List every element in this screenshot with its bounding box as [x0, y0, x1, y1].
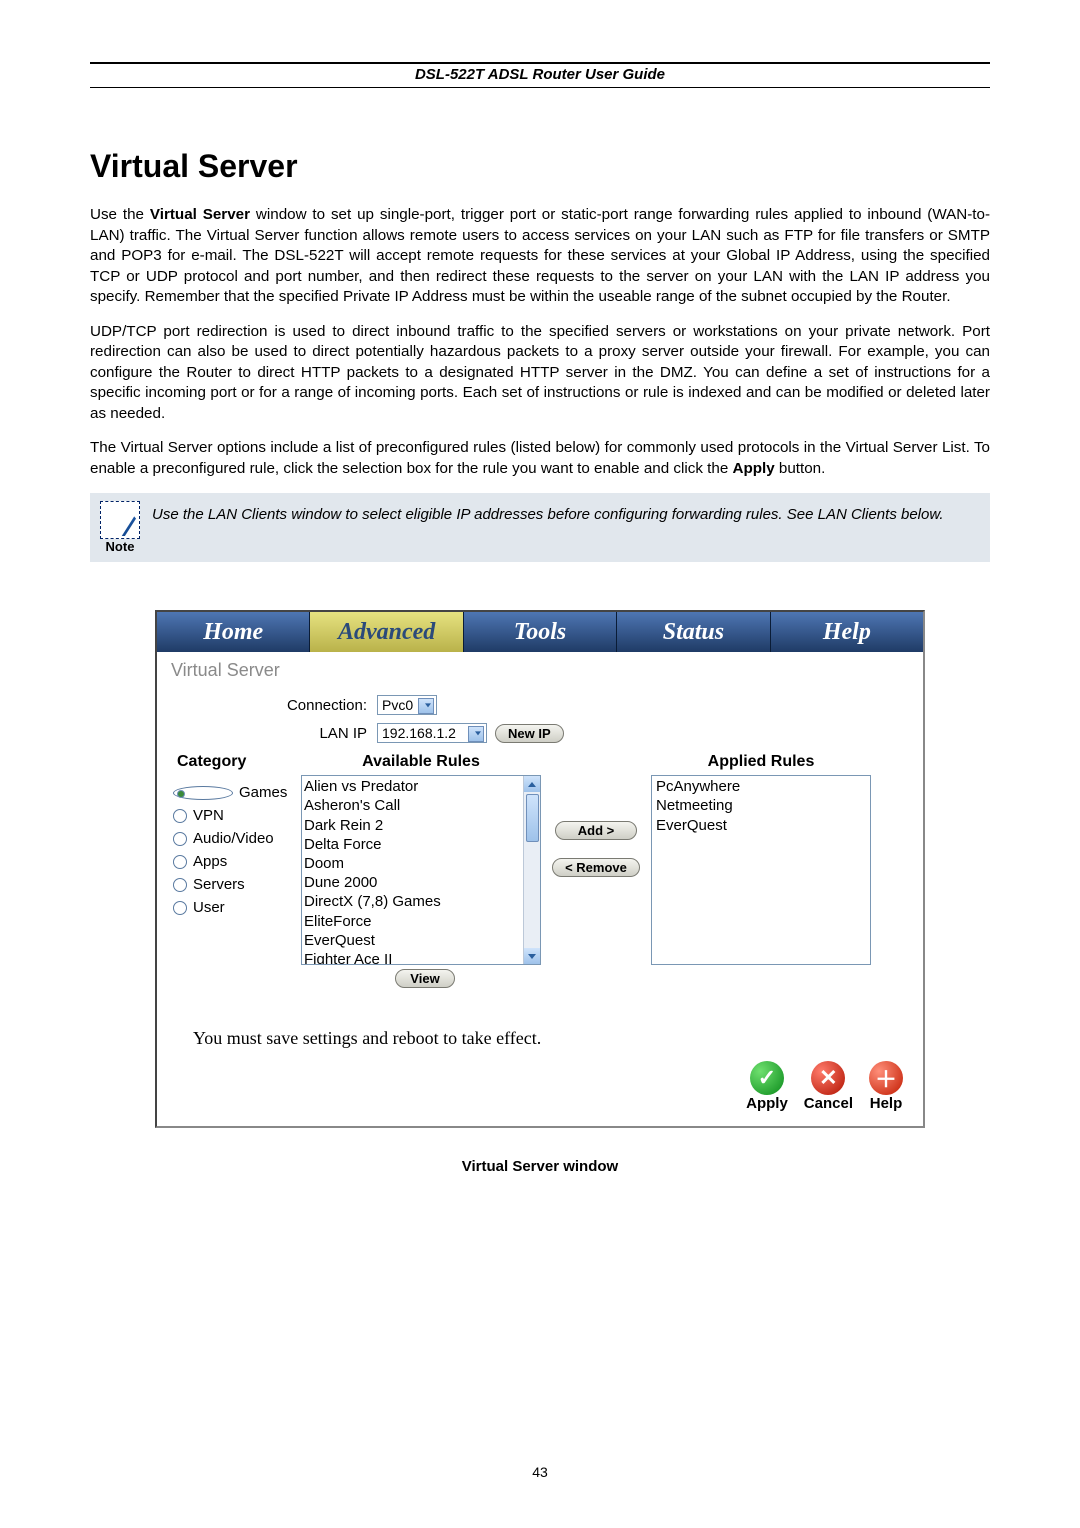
note-text: Use the LAN Clients window to select eli…: [152, 501, 944, 525]
scroll-down-icon[interactable]: [524, 948, 540, 964]
page-number: 43: [0, 1464, 1080, 1480]
pencil-icon: [100, 501, 140, 539]
category-label: Audio/Video: [193, 830, 274, 847]
list-item[interactable]: Asheron's Call: [304, 796, 538, 815]
list-item[interactable]: Doom: [304, 854, 538, 873]
category-label: Games: [239, 784, 287, 801]
p3a: The Virtual Server options include a lis…: [90, 439, 990, 477]
radio-icon: [173, 855, 187, 869]
paragraph-2: UDP/TCP port redirection is used to dire…: [90, 322, 990, 425]
radio-icon: [173, 901, 187, 915]
doc-header-title: DSL-522T ADSL Router User Guide: [90, 66, 990, 87]
list-item[interactable]: EliteForce: [304, 912, 538, 931]
list-item[interactable]: PcAnywhere: [656, 777, 866, 796]
scrollbar[interactable]: [523, 776, 540, 964]
available-rules-listbox[interactable]: Alien vs Predator Asheron's Call Dark Re…: [301, 775, 541, 965]
note-callout: Note Use the LAN Clients window to selec…: [90, 493, 990, 562]
connection-select[interactable]: Pvc0: [377, 695, 437, 715]
p3b: Apply: [732, 460, 774, 477]
save-message: You must save settings and reboot to tak…: [157, 1004, 923, 1057]
connection-label: Connection:: [257, 697, 377, 714]
tab-bar: Home Advanced Tools Status Help: [157, 612, 923, 652]
list-item[interactable]: EverQuest: [304, 931, 538, 950]
category-label: User: [193, 899, 225, 916]
category-label: Apps: [193, 853, 227, 870]
cancel-action[interactable]: ✕ Cancel: [804, 1061, 853, 1112]
category-vpn[interactable]: VPN: [171, 804, 301, 827]
p1b: Virtual Server: [150, 206, 250, 223]
remove-button[interactable]: < Remove: [552, 858, 640, 877]
radio-icon: [173, 809, 187, 823]
list-item[interactable]: Netmeeting: [656, 796, 866, 815]
header-available: Available Rules: [301, 753, 541, 775]
category-servers[interactable]: Servers: [171, 873, 301, 896]
plus-icon: ＋: [869, 1061, 903, 1095]
paragraph-1: Use the Virtual Server window to set up …: [90, 205, 990, 308]
applied-rules-listbox[interactable]: PcAnywhere Netmeeting EverQuest: [651, 775, 871, 965]
cancel-label: Cancel: [804, 1095, 853, 1112]
new-ip-button[interactable]: New IP: [495, 724, 564, 743]
check-icon: ✓: [750, 1061, 784, 1095]
list-item[interactable]: Dune 2000: [304, 873, 538, 892]
list-item[interactable]: Dark Rein 2: [304, 816, 538, 835]
header-category: Category: [171, 753, 301, 775]
tab-help[interactable]: Help: [771, 612, 923, 652]
close-icon: ✕: [811, 1061, 845, 1095]
tab-advanced[interactable]: Advanced: [310, 612, 463, 652]
radio-icon: [173, 878, 187, 892]
scroll-up-icon[interactable]: [524, 776, 540, 792]
list-item[interactable]: Delta Force: [304, 835, 538, 854]
p3c: button.: [775, 460, 826, 477]
chevron-down-icon: [425, 704, 431, 708]
tab-tools[interactable]: Tools: [464, 612, 617, 652]
add-button[interactable]: Add >: [555, 821, 637, 840]
apply-action[interactable]: ✓ Apply: [746, 1061, 788, 1112]
category-games[interactable]: Games: [171, 781, 301, 804]
connection-value: Pvc0: [382, 697, 413, 713]
section-heading: Virtual Server: [90, 148, 990, 185]
lanip-select[interactable]: 192.168.1.2: [377, 723, 487, 743]
header-applied: Applied Rules: [651, 753, 871, 775]
note-label: Note: [106, 539, 135, 554]
list-item[interactable]: DirectX (7,8) Games: [304, 892, 538, 911]
radio-icon: [173, 786, 233, 800]
lanip-value: 192.168.1.2: [382, 725, 456, 741]
category-list: Games VPN Audio/Video Apps Servers User: [171, 775, 301, 919]
virtual-server-screenshot: Home Advanced Tools Status Help Virtual …: [155, 610, 925, 1128]
list-item[interactable]: EverQuest: [656, 816, 866, 835]
scroll-thumb[interactable]: [526, 794, 539, 842]
category-user[interactable]: User: [171, 896, 301, 919]
help-action[interactable]: ＋ Help: [869, 1061, 903, 1112]
list-item[interactable]: Alien vs Predator: [304, 777, 538, 796]
chevron-down-icon: [475, 732, 481, 736]
p1a: Use the: [90, 206, 150, 223]
category-label: Servers: [193, 876, 245, 893]
category-apps[interactable]: Apps: [171, 850, 301, 873]
lanip-label: LAN IP: [257, 725, 377, 742]
view-button[interactable]: View: [395, 969, 455, 988]
apply-label: Apply: [746, 1095, 788, 1112]
category-audiovideo[interactable]: Audio/Video: [171, 827, 301, 850]
category-label: VPN: [193, 807, 224, 824]
tab-home[interactable]: Home: [157, 612, 310, 652]
radio-icon: [173, 832, 187, 846]
panel-title: Virtual Server: [157, 652, 923, 691]
list-item[interactable]: Fighter Ace II: [304, 950, 538, 965]
paragraph-3: The Virtual Server options include a lis…: [90, 438, 990, 479]
tab-status[interactable]: Status: [617, 612, 770, 652]
help-label: Help: [870, 1095, 903, 1112]
figure-caption: Virtual Server window: [90, 1158, 990, 1175]
